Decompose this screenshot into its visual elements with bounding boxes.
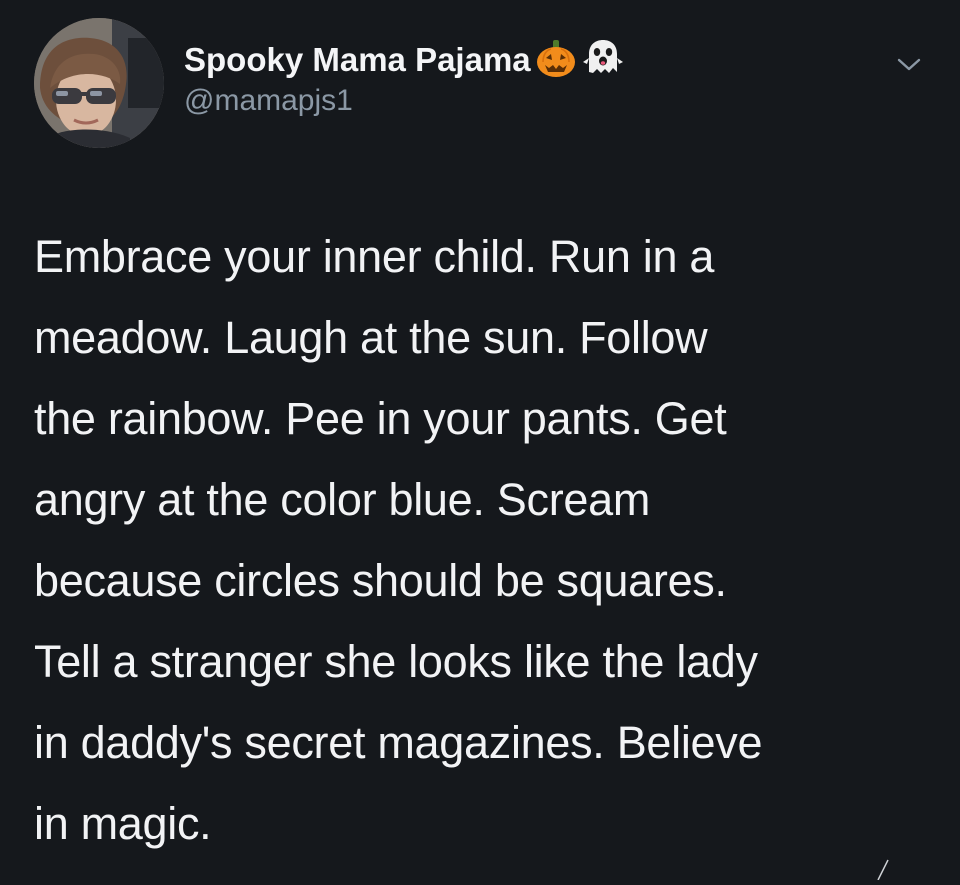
tweet-text-line: because circles should be squares. xyxy=(34,555,727,606)
handle[interactable]: @mamapjs1 xyxy=(184,84,625,118)
display-name-row: Spooky Mama Pajama xyxy=(184,38,625,82)
tweet-text-line: in daddy's secret magazines. Believe xyxy=(34,717,763,768)
tweet-text-line: meadow. Laugh at the sun. Follow xyxy=(34,312,708,363)
tweet-text-line: Tell a stranger she looks like the lady xyxy=(34,636,758,687)
tweet-text: Embrace your inner child. Run in a meado… xyxy=(34,216,934,864)
tweet-header: Spooky Mama Pajama @mamapjs1 xyxy=(34,18,926,148)
tweet-text-line: the rainbow. Pee in your pants. Get xyxy=(34,393,727,444)
tweet-text-line: Embrace your inner child. Run in a xyxy=(34,231,715,282)
jack-o-lantern-icon xyxy=(535,38,577,83)
tweet-text-line: in magic. xyxy=(34,798,212,849)
ghost-icon xyxy=(581,38,625,83)
display-name[interactable]: Spooky Mama Pajama xyxy=(184,41,531,79)
tweet-card: Spooky Mama Pajama @mamapjs1 Embrace you… xyxy=(0,0,960,881)
author-names: Spooky Mama Pajama @mamapjs1 xyxy=(184,38,625,118)
tweet-text-line: angry at the color blue. Scream xyxy=(34,474,651,525)
avatar[interactable] xyxy=(34,18,164,148)
chevron-down-icon[interactable] xyxy=(894,52,924,76)
image-artifact xyxy=(872,856,902,881)
